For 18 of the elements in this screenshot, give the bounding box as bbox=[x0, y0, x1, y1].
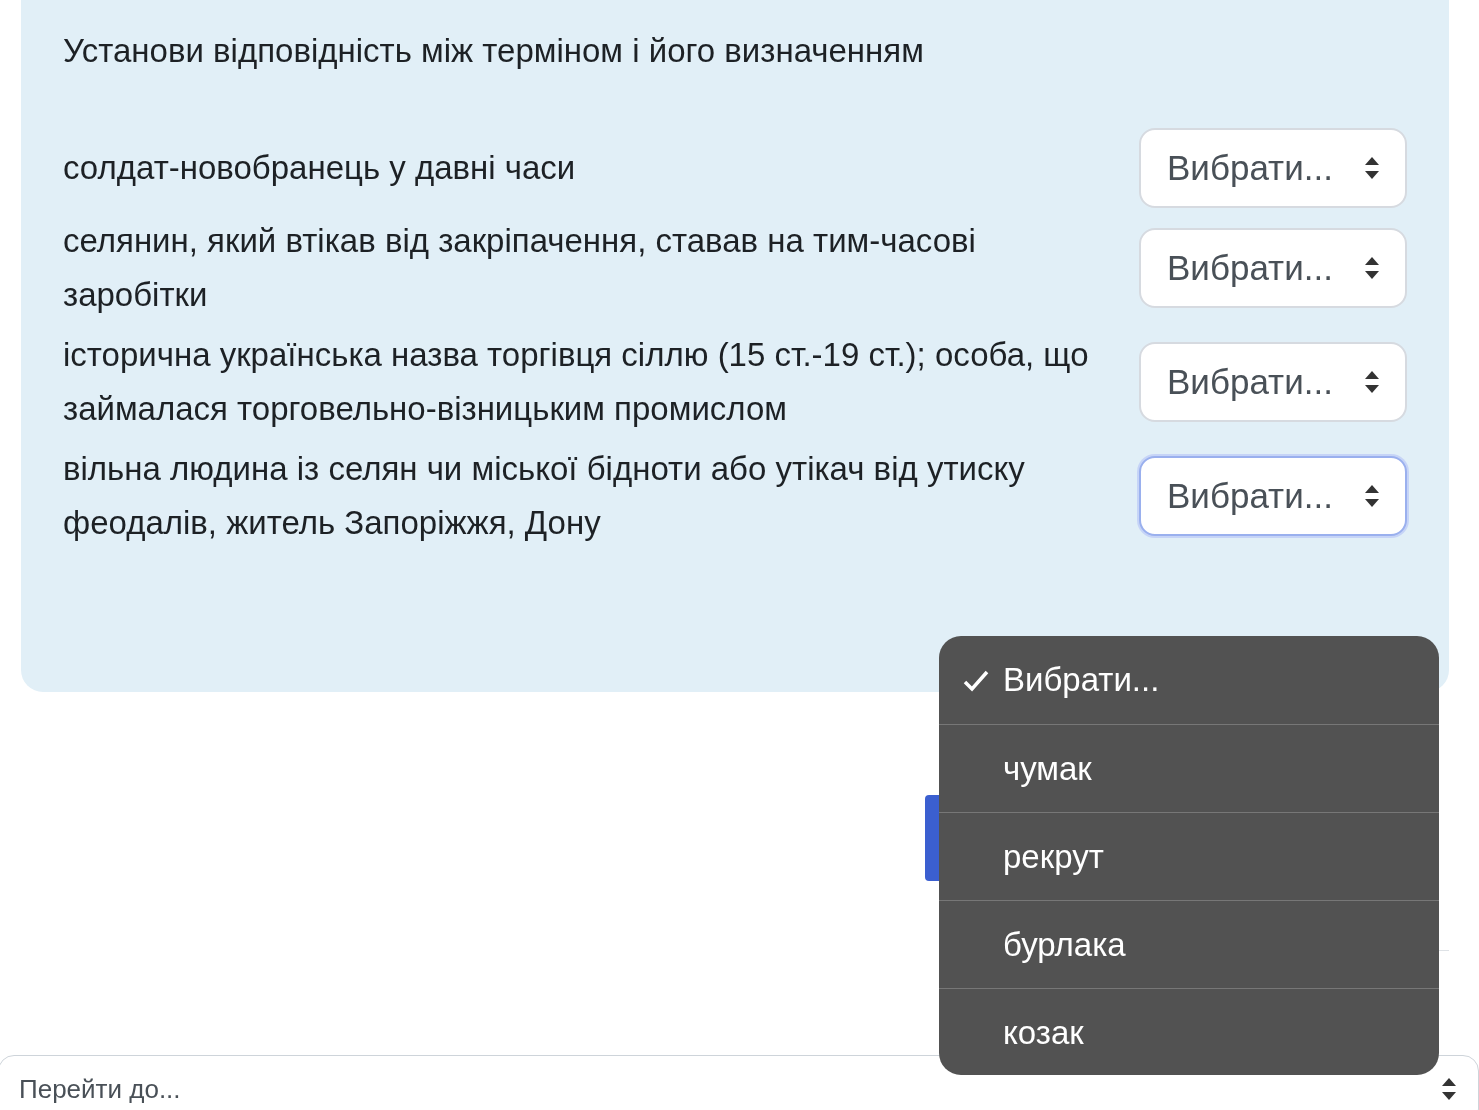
sort-arrows-icon bbox=[1363, 155, 1381, 181]
question-prompt: Установи відповідність між терміном і його визначенням bbox=[63, 31, 924, 71]
sort-arrows-icon bbox=[1363, 483, 1381, 509]
definition-text: солдат-новобранець у давні часи bbox=[63, 148, 577, 188]
dropdown-option[interactable]: бурлака bbox=[939, 900, 1439, 988]
answer-select[interactable]: Вибрати... bbox=[1139, 342, 1407, 422]
dropdown-option[interactable]: чумак bbox=[939, 724, 1439, 812]
sort-arrows-icon bbox=[1363, 369, 1381, 395]
answer-select[interactable]: Вибрати... bbox=[1139, 456, 1407, 536]
sort-arrows-icon bbox=[1363, 255, 1381, 281]
dropdown-option[interactable]: Вибрати... bbox=[939, 636, 1439, 724]
definition-text: вільна людина із селян чи міської бідноти або утікач від утиску феодалів, житель Запоріжжя, Дону bbox=[63, 449, 1026, 543]
answer-select[interactable]: Вибрати... bbox=[1139, 228, 1407, 308]
dropdown-option[interactable]: козак bbox=[939, 988, 1439, 1075]
checkmark-icon bbox=[963, 670, 989, 692]
sort-arrows-icon bbox=[1440, 1076, 1458, 1102]
dropdown-option[interactable]: рекрут bbox=[939, 812, 1439, 900]
answer-select[interactable]: Вибрати... bbox=[1139, 128, 1407, 208]
